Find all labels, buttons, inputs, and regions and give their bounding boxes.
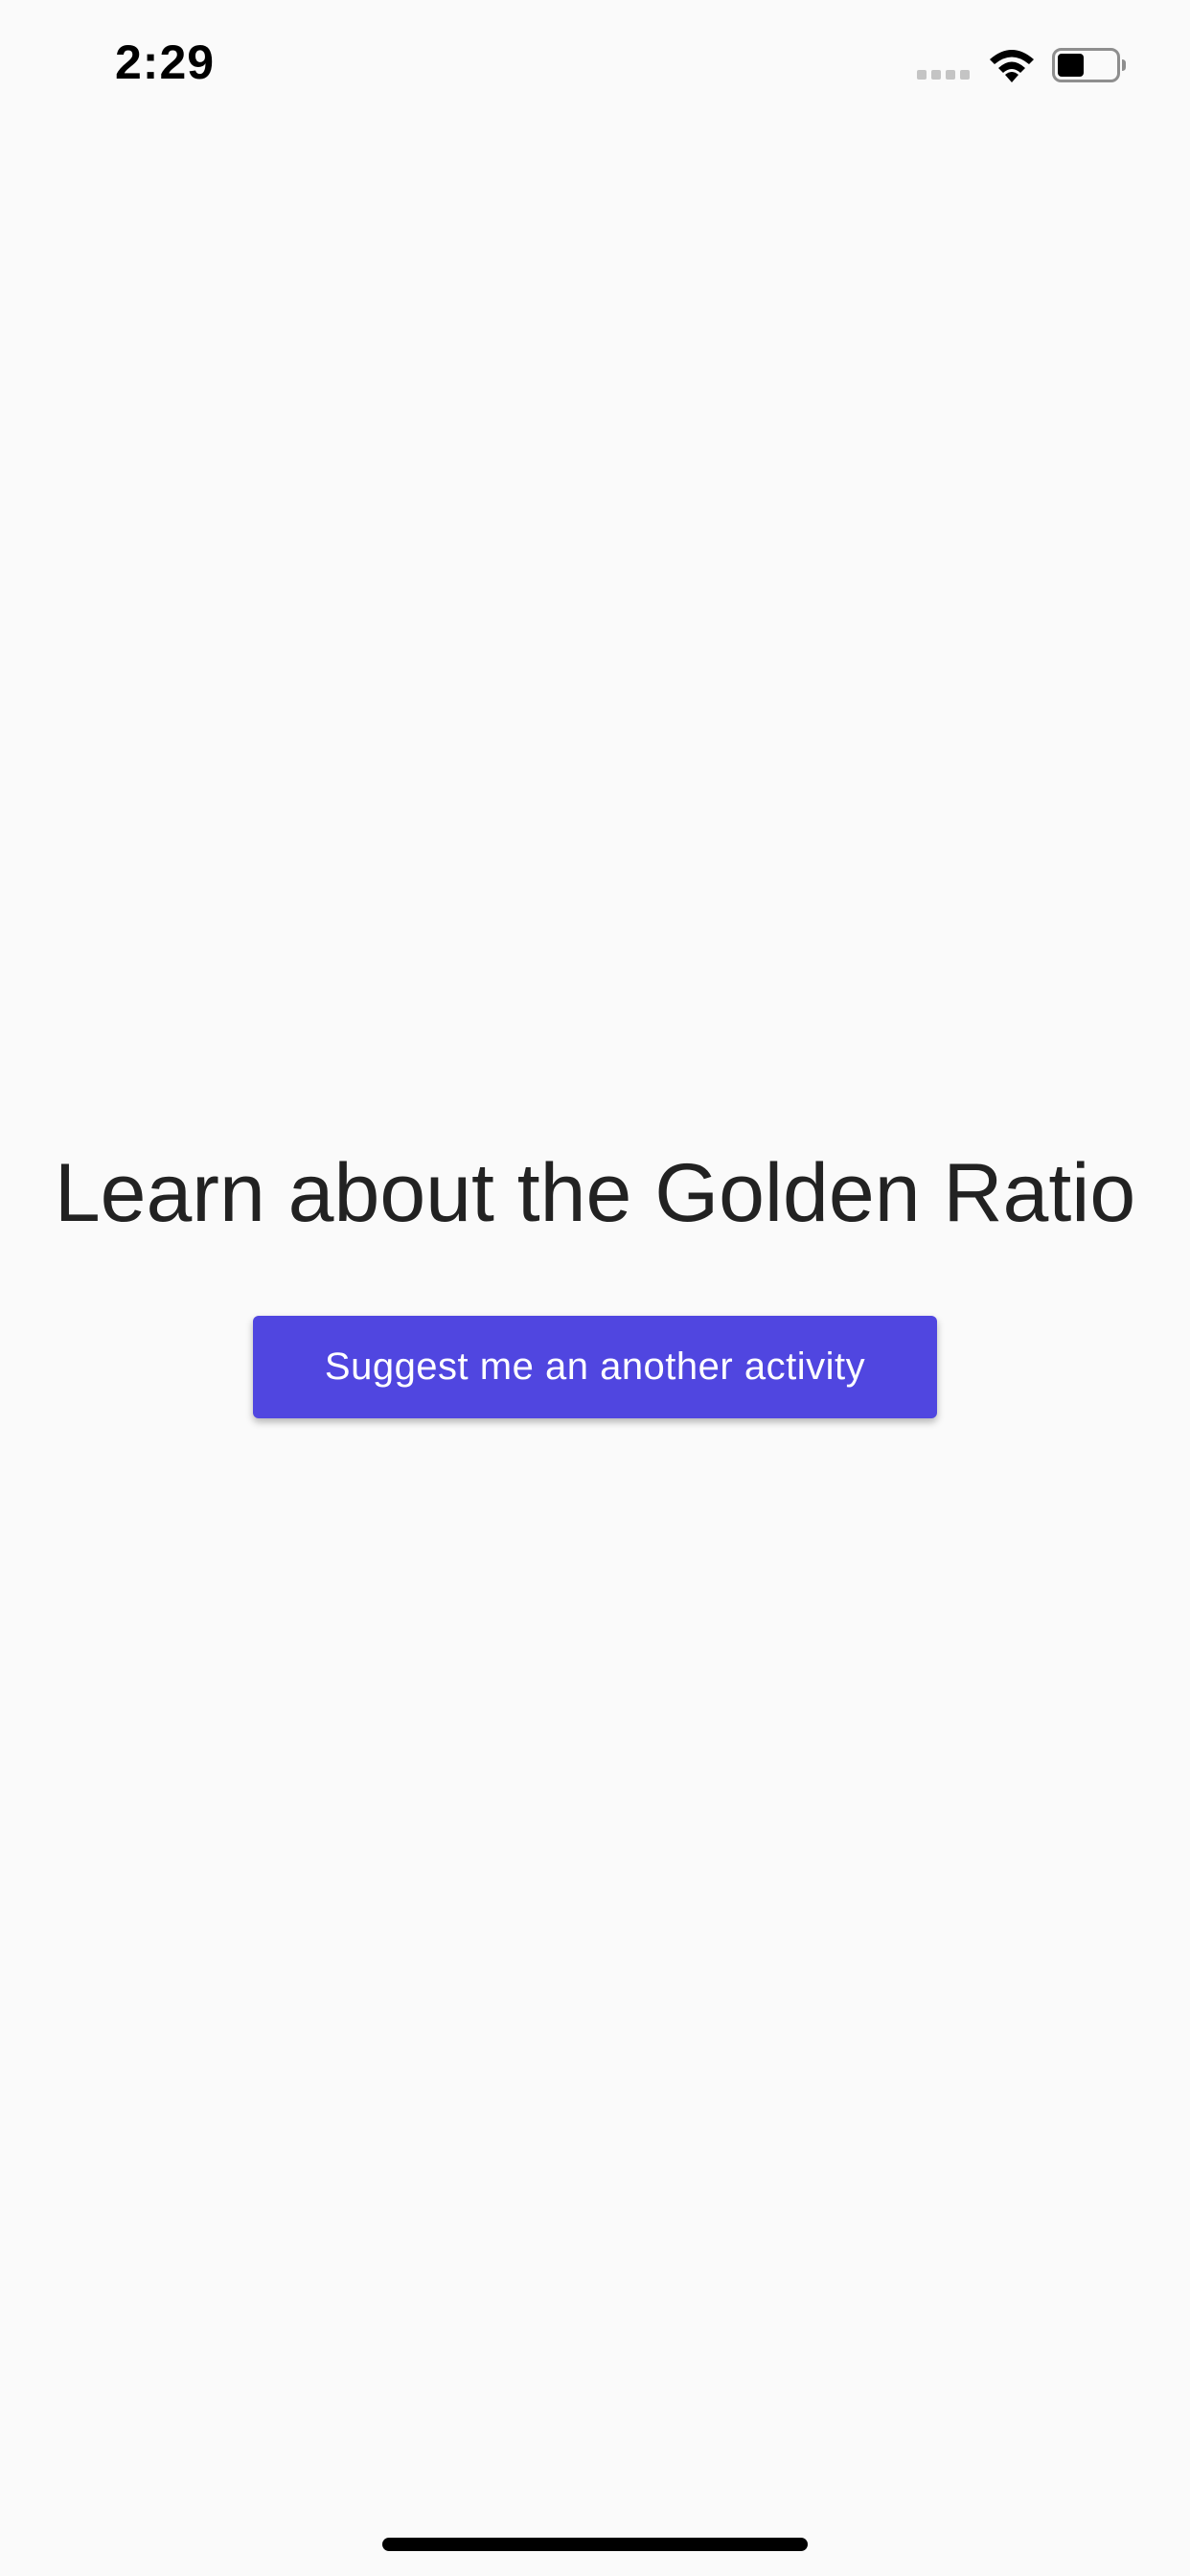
suggest-activity-button[interactable]: Suggest me an another activity	[253, 1316, 937, 1418]
page-title: Learn about the Golden Ratio	[54, 1147, 1136, 1239]
home-indicator[interactable]	[382, 2538, 808, 2551]
cellular-signal-icon	[917, 70, 971, 80]
status-bar: 2:29	[0, 0, 1190, 134]
wifi-icon	[990, 50, 1034, 82]
battery-icon	[1052, 48, 1126, 82]
status-time: 2:29	[115, 35, 216, 89]
